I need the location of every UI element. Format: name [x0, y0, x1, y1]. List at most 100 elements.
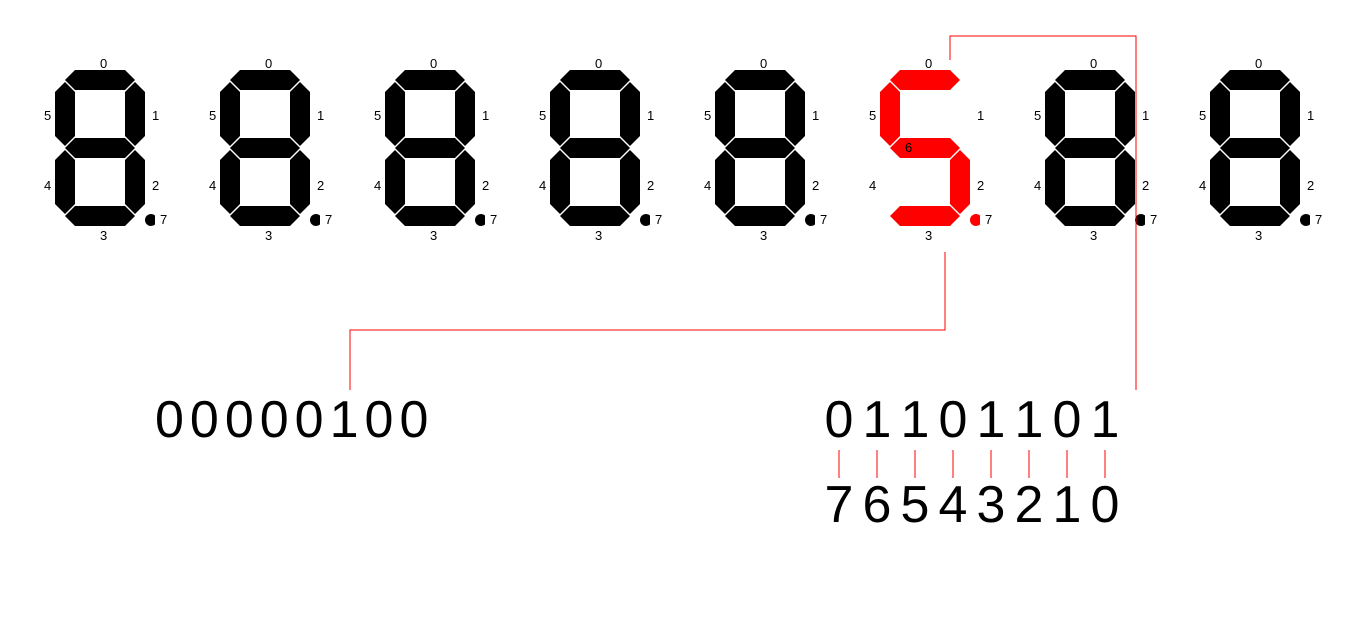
segment-label-1: 1	[482, 108, 489, 123]
segment-bit-2: 1	[896, 390, 934, 450]
segment-byte: 01101101	[820, 390, 1124, 450]
segment-label-3: 3	[760, 228, 767, 243]
segment-label-1: 1	[977, 108, 984, 123]
segment-label-3: 3	[100, 228, 107, 243]
segment-label-2: 2	[977, 178, 984, 193]
seven-segment-icon	[550, 70, 650, 230]
segment-bit-5: 1	[1010, 390, 1048, 450]
segment-label-4: 4	[539, 178, 546, 193]
segment-label-7: 7	[985, 212, 992, 227]
seven-segment-digit-1: 01234567	[215, 60, 325, 240]
bit-index-3: 4	[934, 475, 972, 535]
bit-index-0: 7	[820, 475, 858, 535]
bit-index-7: 0	[1086, 475, 1124, 535]
segment-label-1: 1	[1142, 108, 1149, 123]
segment-label-7: 7	[1315, 212, 1322, 227]
segment-label-6: 6	[1070, 140, 1077, 155]
segment-label-2: 2	[482, 178, 489, 193]
seven-segment-digit-3: 01234567	[545, 60, 655, 240]
segment-label-1: 1	[1307, 108, 1314, 123]
segment-label-0: 0	[265, 56, 272, 71]
segment-label-7: 7	[1150, 212, 1157, 227]
segment-bit-6: 0	[1048, 390, 1086, 450]
segment-label-0: 0	[595, 56, 602, 71]
segment-label-7: 7	[325, 212, 332, 227]
segment-label-3: 3	[1255, 228, 1262, 243]
segment-label-4: 4	[374, 178, 381, 193]
segment-label-1: 1	[317, 108, 324, 123]
segment-label-3: 3	[1090, 228, 1097, 243]
segment-label-4: 4	[1199, 178, 1206, 193]
segment-label-6: 6	[575, 140, 582, 155]
seven-segment-digit-6: 01234567	[1040, 60, 1150, 240]
segment-label-5: 5	[539, 108, 546, 123]
segment-label-3: 3	[925, 228, 932, 243]
segment-label-6: 6	[1235, 140, 1242, 155]
seven-segment-icon	[1210, 70, 1310, 230]
seven-segment-digit-0: 01234567	[50, 60, 160, 240]
segment-label-5: 5	[704, 108, 711, 123]
seven-segment-icon	[880, 70, 980, 230]
seven-segment-icon	[385, 70, 485, 230]
segment-label-1: 1	[812, 108, 819, 123]
segment-label-0: 0	[1090, 56, 1097, 71]
seven-segment-digit-5: 01234567	[875, 60, 985, 240]
segment-label-3: 3	[265, 228, 272, 243]
segment-label-2: 2	[812, 178, 819, 193]
segment-label-4: 4	[704, 178, 711, 193]
segment-label-7: 7	[490, 212, 497, 227]
segment-label-2: 2	[152, 178, 159, 193]
segment-label-6: 6	[905, 140, 912, 155]
segment-label-7: 7	[160, 212, 167, 227]
segment-bit-7: 1	[1086, 390, 1124, 450]
segment-bit-1: 1	[858, 390, 896, 450]
segment-label-6: 6	[245, 140, 252, 155]
segment-label-5: 5	[44, 108, 51, 123]
seven-segment-digit-7: 01234567	[1205, 60, 1315, 240]
seven-segment-digit-2: 01234567	[380, 60, 490, 240]
segment-bit-3: 0	[934, 390, 972, 450]
seven-segment-row: 01234567 01234567 01234567 01234567 0123…	[50, 60, 1315, 240]
segment-label-2: 2	[647, 178, 654, 193]
segment-label-3: 3	[430, 228, 437, 243]
segment-bit-0: 0	[820, 390, 858, 450]
segment-label-3: 3	[595, 228, 602, 243]
seven-segment-icon	[55, 70, 155, 230]
segment-label-2: 2	[317, 178, 324, 193]
segment-label-1: 1	[647, 108, 654, 123]
segment-label-7: 7	[655, 212, 662, 227]
segment-label-0: 0	[1255, 56, 1262, 71]
segment-label-5: 5	[869, 108, 876, 123]
bit-index-4: 3	[972, 475, 1010, 535]
segment-label-5: 5	[1034, 108, 1041, 123]
segment-label-5: 5	[1199, 108, 1206, 123]
segment-label-0: 0	[430, 56, 437, 71]
segment-label-4: 4	[209, 178, 216, 193]
seven-segment-digit-4: 01234567	[710, 60, 820, 240]
segment-label-0: 0	[760, 56, 767, 71]
segment-label-0: 0	[925, 56, 932, 71]
bit-index-1: 6	[858, 475, 896, 535]
segment-label-2: 2	[1142, 178, 1149, 193]
segment-label-4: 4	[1034, 178, 1041, 193]
segment-label-1: 1	[152, 108, 159, 123]
segment-label-7: 7	[820, 212, 827, 227]
segment-label-5: 5	[374, 108, 381, 123]
segment-bit-4: 1	[972, 390, 1010, 450]
seven-segment-icon	[220, 70, 320, 230]
seven-segment-icon	[1045, 70, 1145, 230]
seven-segment-icon	[715, 70, 815, 230]
segment-label-6: 6	[80, 140, 87, 155]
segment-label-5: 5	[209, 108, 216, 123]
position-byte: 00000100	[155, 390, 434, 450]
segment-label-2: 2	[1307, 178, 1314, 193]
bit-index-row: 76543210	[820, 475, 1124, 535]
segment-label-6: 6	[740, 140, 747, 155]
segment-label-4: 4	[44, 178, 51, 193]
bit-index-2: 5	[896, 475, 934, 535]
segment-label-4: 4	[869, 178, 876, 193]
bit-index-6: 1	[1048, 475, 1086, 535]
bit-index-5: 2	[1010, 475, 1048, 535]
segment-label-0: 0	[100, 56, 107, 71]
segment-label-6: 6	[410, 140, 417, 155]
